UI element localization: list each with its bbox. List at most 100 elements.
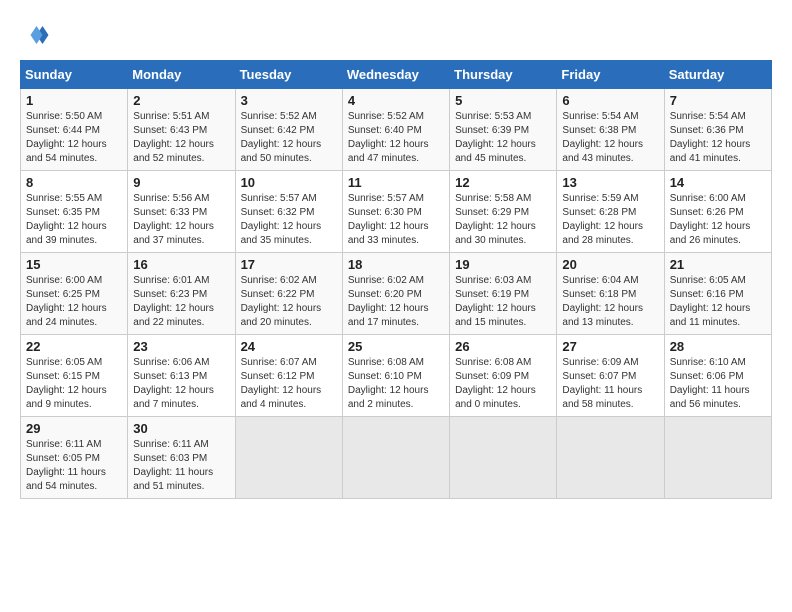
day-detail: Sunrise: 5:57 AM Sunset: 6:30 PM Dayligh… bbox=[348, 192, 444, 248]
day-detail: Sunrise: 5:51 AM Sunset: 6:43 PM Dayligh… bbox=[133, 110, 229, 166]
day-detail: Sunrise: 6:10 AM Sunset: 6:06 PM Dayligh… bbox=[670, 356, 766, 412]
day-number: 11 bbox=[348, 175, 444, 190]
day-detail: Sunrise: 6:08 AM Sunset: 6:10 PM Dayligh… bbox=[348, 356, 444, 412]
calendar-cell: 28 Sunrise: 6:10 AM Sunset: 6:06 PM Dayli… bbox=[664, 335, 771, 417]
calendar-cell: 9 Sunrise: 5:56 AM Sunset: 6:33 PM Daylig… bbox=[128, 171, 235, 253]
calendar-cell: 24 Sunrise: 6:07 AM Sunset: 6:12 PM Dayli… bbox=[235, 335, 342, 417]
day-number: 23 bbox=[133, 339, 229, 354]
calendar-cell: 13Sunrise: 5:59 AM Sunset: 6:28 PM Dayli… bbox=[557, 171, 664, 253]
calendar-cell: 2Sunrise: 5:51 AM Sunset: 6:43 PM Daylig… bbox=[128, 89, 235, 171]
calendar-cell: 20Sunrise: 6:04 AM Sunset: 6:18 PM Dayli… bbox=[557, 253, 664, 335]
col-header-tuesday: Tuesday bbox=[235, 61, 342, 89]
calendar-cell bbox=[664, 417, 771, 499]
day-detail: Sunrise: 5:54 AM Sunset: 6:36 PM Dayligh… bbox=[670, 110, 766, 166]
col-header-sunday: Sunday bbox=[21, 61, 128, 89]
calendar-cell: 8 Sunrise: 5:55 AM Sunset: 6:35 PM Daylig… bbox=[21, 171, 128, 253]
logo-icon bbox=[20, 20, 50, 50]
day-detail: Sunrise: 6:07 AM Sunset: 6:12 PM Dayligh… bbox=[241, 356, 337, 412]
day-detail: Sunrise: 5:56 AM Sunset: 6:33 PM Dayligh… bbox=[133, 192, 229, 248]
day-number: 25 bbox=[348, 339, 444, 354]
day-number: 16 bbox=[133, 257, 229, 272]
day-detail: Sunrise: 6:06 AM Sunset: 6:13 PM Dayligh… bbox=[133, 356, 229, 412]
day-detail: Sunrise: 6:05 AM Sunset: 6:15 PM Dayligh… bbox=[26, 356, 122, 412]
calendar-cell: 12 Sunrise: 5:58 AM Sunset: 6:29 PM Dayli… bbox=[450, 171, 557, 253]
day-number: 24 bbox=[241, 339, 337, 354]
day-detail: Sunrise: 5:52 AM Sunset: 6:40 PM Dayligh… bbox=[348, 110, 444, 166]
day-number: 19 bbox=[455, 257, 551, 272]
calendar-cell: 4 Sunrise: 5:52 AM Sunset: 6:40 PM Daylig… bbox=[342, 89, 449, 171]
day-detail: Sunrise: 6:00 AM Sunset: 6:26 PM Dayligh… bbox=[670, 192, 766, 248]
day-detail: Sunrise: 6:05 AM Sunset: 6:16 PM Dayligh… bbox=[670, 274, 766, 330]
calendar-cell: 7 Sunrise: 5:54 AM Sunset: 6:36 PM Daylig… bbox=[664, 89, 771, 171]
day-detail: Sunrise: 6:03 AM Sunset: 6:19 PM Dayligh… bbox=[455, 274, 551, 330]
col-header-thursday: Thursday bbox=[450, 61, 557, 89]
calendar-cell: 19 Sunrise: 6:03 AM Sunset: 6:19 PM Dayli… bbox=[450, 253, 557, 335]
calendar-cell: 25 Sunrise: 6:08 AM Sunset: 6:10 PM Dayli… bbox=[342, 335, 449, 417]
calendar-table: SundayMondayTuesdayWednesdayThursdayFrid… bbox=[20, 60, 772, 499]
day-detail: Sunrise: 5:50 AM Sunset: 6:44 PM Dayligh… bbox=[26, 110, 122, 166]
calendar-cell bbox=[235, 417, 342, 499]
day-detail: Sunrise: 6:02 AM Sunset: 6:22 PM Dayligh… bbox=[241, 274, 337, 330]
day-detail: Sunrise: 5:52 AM Sunset: 6:42 PM Dayligh… bbox=[241, 110, 337, 166]
day-detail: Sunrise: 5:55 AM Sunset: 6:35 PM Dayligh… bbox=[26, 192, 122, 248]
day-detail: Sunrise: 5:59 AM Sunset: 6:28 PM Dayligh… bbox=[562, 192, 658, 248]
col-header-friday: Friday bbox=[557, 61, 664, 89]
day-detail: Sunrise: 5:54 AM Sunset: 6:38 PM Dayligh… bbox=[562, 110, 658, 166]
day-number: 28 bbox=[670, 339, 766, 354]
day-number: 26 bbox=[455, 339, 551, 354]
calendar-cell: 30Sunrise: 6:11 AM Sunset: 6:03 PM Dayli… bbox=[128, 417, 235, 499]
calendar-cell: 14Sunrise: 6:00 AM Sunset: 6:26 PM Dayli… bbox=[664, 171, 771, 253]
calendar-cell: 5Sunrise: 5:53 AM Sunset: 6:39 PM Daylig… bbox=[450, 89, 557, 171]
day-detail: Sunrise: 6:00 AM Sunset: 6:25 PM Dayligh… bbox=[26, 274, 122, 330]
calendar-cell: 23 Sunrise: 6:06 AM Sunset: 6:13 PM Dayli… bbox=[128, 335, 235, 417]
day-number: 17 bbox=[241, 257, 337, 272]
day-number: 21 bbox=[670, 257, 766, 272]
calendar-cell: 1 Sunrise: 5:50 AM Sunset: 6:44 PM Daylig… bbox=[21, 89, 128, 171]
day-number: 6 bbox=[562, 93, 658, 108]
calendar-cell: 22 Sunrise: 6:05 AM Sunset: 6:15 PM Dayli… bbox=[21, 335, 128, 417]
day-number: 8 bbox=[26, 175, 122, 190]
day-number: 9 bbox=[133, 175, 229, 190]
day-detail: Sunrise: 5:58 AM Sunset: 6:29 PM Dayligh… bbox=[455, 192, 551, 248]
calendar-cell: 21 Sunrise: 6:05 AM Sunset: 6:16 PM Dayli… bbox=[664, 253, 771, 335]
week-row: 15Sunrise: 6:00 AM Sunset: 6:25 PM Dayli… bbox=[21, 253, 772, 335]
calendar-cell: 26 Sunrise: 6:08 AM Sunset: 6:09 PM Dayli… bbox=[450, 335, 557, 417]
calendar-cell bbox=[557, 417, 664, 499]
calendar-cell: 10 Sunrise: 5:57 AM Sunset: 6:32 PM Dayli… bbox=[235, 171, 342, 253]
day-detail: Sunrise: 5:53 AM Sunset: 6:39 PM Dayligh… bbox=[455, 110, 551, 166]
day-number: 20 bbox=[562, 257, 658, 272]
day-detail: Sunrise: 6:11 AM Sunset: 6:03 PM Dayligh… bbox=[133, 438, 229, 494]
calendar-cell: 18 Sunrise: 6:02 AM Sunset: 6:20 PM Dayli… bbox=[342, 253, 449, 335]
day-number: 22 bbox=[26, 339, 122, 354]
week-row: 22 Sunrise: 6:05 AM Sunset: 6:15 PM Dayli… bbox=[21, 335, 772, 417]
day-detail: Sunrise: 6:11 AM Sunset: 6:05 PM Dayligh… bbox=[26, 438, 122, 494]
calendar-cell bbox=[450, 417, 557, 499]
calendar-cell: 3 Sunrise: 5:52 AM Sunset: 6:42 PM Daylig… bbox=[235, 89, 342, 171]
col-header-monday: Monday bbox=[128, 61, 235, 89]
week-row: 1 Sunrise: 5:50 AM Sunset: 6:44 PM Daylig… bbox=[21, 89, 772, 171]
day-detail: Sunrise: 5:57 AM Sunset: 6:32 PM Dayligh… bbox=[241, 192, 337, 248]
calendar-cell: 6 Sunrise: 5:54 AM Sunset: 6:38 PM Daylig… bbox=[557, 89, 664, 171]
col-header-wednesday: Wednesday bbox=[342, 61, 449, 89]
day-number: 12 bbox=[455, 175, 551, 190]
col-header-saturday: Saturday bbox=[664, 61, 771, 89]
day-number: 27 bbox=[562, 339, 658, 354]
calendar-cell bbox=[342, 417, 449, 499]
day-number: 4 bbox=[348, 93, 444, 108]
day-number: 3 bbox=[241, 93, 337, 108]
calendar-cell: 29Sunrise: 6:11 AM Sunset: 6:05 PM Dayli… bbox=[21, 417, 128, 499]
calendar-cell: 15Sunrise: 6:00 AM Sunset: 6:25 PM Dayli… bbox=[21, 253, 128, 335]
week-row: 8 Sunrise: 5:55 AM Sunset: 6:35 PM Daylig… bbox=[21, 171, 772, 253]
day-number: 7 bbox=[670, 93, 766, 108]
logo bbox=[20, 20, 54, 50]
day-number: 18 bbox=[348, 257, 444, 272]
day-number: 1 bbox=[26, 93, 122, 108]
day-detail: Sunrise: 6:01 AM Sunset: 6:23 PM Dayligh… bbox=[133, 274, 229, 330]
day-detail: Sunrise: 6:02 AM Sunset: 6:20 PM Dayligh… bbox=[348, 274, 444, 330]
day-detail: Sunrise: 6:08 AM Sunset: 6:09 PM Dayligh… bbox=[455, 356, 551, 412]
day-number: 10 bbox=[241, 175, 337, 190]
page-header bbox=[20, 20, 772, 50]
week-row: 29Sunrise: 6:11 AM Sunset: 6:05 PM Dayli… bbox=[21, 417, 772, 499]
calendar-cell: 16 Sunrise: 6:01 AM Sunset: 6:23 PM Dayli… bbox=[128, 253, 235, 335]
calendar-cell: 17 Sunrise: 6:02 AM Sunset: 6:22 PM Dayli… bbox=[235, 253, 342, 335]
